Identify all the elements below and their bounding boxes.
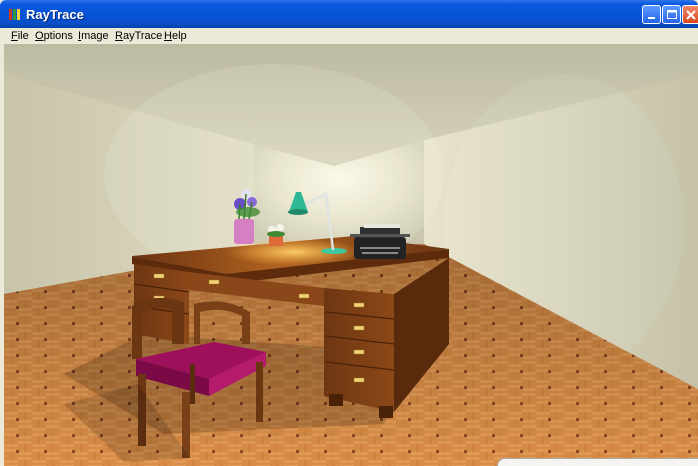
menu-file[interactable]: File	[11, 29, 29, 43]
maximize-button[interactable]	[662, 5, 681, 24]
menu-help[interactable]: Help	[164, 29, 187, 43]
close-icon	[686, 10, 696, 20]
status-tooltip	[497, 458, 698, 466]
menu-options[interactable]: Options	[35, 29, 73, 43]
window-title: RayTrace	[26, 7, 84, 22]
minimize-icon	[648, 17, 655, 19]
rendered-image[interactable]	[4, 44, 698, 466]
title-bar[interactable]: RayTrace	[0, 0, 698, 28]
close-button[interactable]	[682, 5, 698, 24]
minimize-button[interactable]	[642, 5, 661, 24]
menu-image[interactable]: Image	[78, 29, 109, 43]
raytrace-window: RayTrace File Options Image RayTrace Hel…	[0, 0, 698, 466]
maximize-icon	[667, 10, 677, 19]
raytrace-app-icon[interactable]	[8, 8, 21, 21]
menu-raytrace[interactable]: RayTrace	[115, 29, 162, 43]
menu-bar: File Options Image RayTrace Help	[0, 28, 698, 44]
